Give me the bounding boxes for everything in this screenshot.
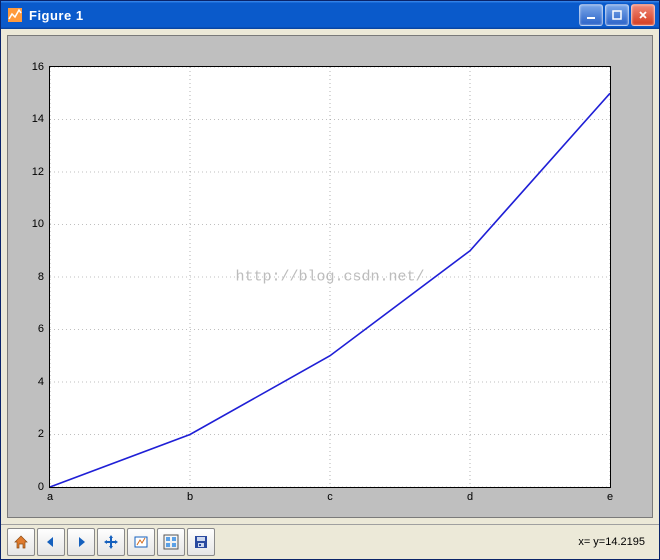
- client-area: http://blog.csdn.net/ 0246810121416abcde: [1, 29, 659, 559]
- window-buttons: [579, 4, 655, 26]
- maximize-button[interactable]: [605, 4, 629, 26]
- cursor-coord-readout: x= y=14.2195: [578, 536, 653, 548]
- y-tick-label: 16: [20, 61, 44, 73]
- figure-frame: http://blog.csdn.net/ 0246810121416abcde: [7, 35, 653, 518]
- x-tick-label: d: [467, 491, 473, 503]
- y-tick-label: 2: [20, 428, 44, 440]
- pan-button[interactable]: [97, 528, 125, 556]
- close-button[interactable]: [631, 4, 655, 26]
- nav-toolbar: x= y=14.2195: [1, 524, 659, 559]
- minimize-button[interactable]: [579, 4, 603, 26]
- window-title: Figure 1: [29, 8, 579, 23]
- x-tick-label: e: [607, 491, 613, 503]
- back-button[interactable]: [37, 528, 65, 556]
- x-tick-label: c: [327, 491, 333, 503]
- figure-window: Figure 1 http://blog.csdn.net/ 024681012…: [0, 0, 660, 560]
- home-button[interactable]: [7, 528, 35, 556]
- x-tick-label: a: [47, 491, 53, 503]
- title-bar[interactable]: Figure 1: [1, 1, 659, 29]
- y-tick-label: 14: [20, 113, 44, 125]
- x-tick-label: b: [187, 491, 193, 503]
- app-icon: [7, 7, 23, 23]
- save-button[interactable]: [187, 528, 215, 556]
- subplots-button[interactable]: [157, 528, 185, 556]
- zoom-button[interactable]: [127, 528, 155, 556]
- y-tick-label: 6: [20, 323, 44, 335]
- y-tick-label: 8: [20, 271, 44, 283]
- y-tick-label: 12: [20, 166, 44, 178]
- forward-button[interactable]: [67, 528, 95, 556]
- y-tick-label: 0: [20, 481, 44, 493]
- plot-axes[interactable]: http://blog.csdn.net/ 0246810121416abcde: [49, 66, 611, 488]
- y-tick-label: 4: [20, 376, 44, 388]
- y-tick-label: 10: [20, 218, 44, 230]
